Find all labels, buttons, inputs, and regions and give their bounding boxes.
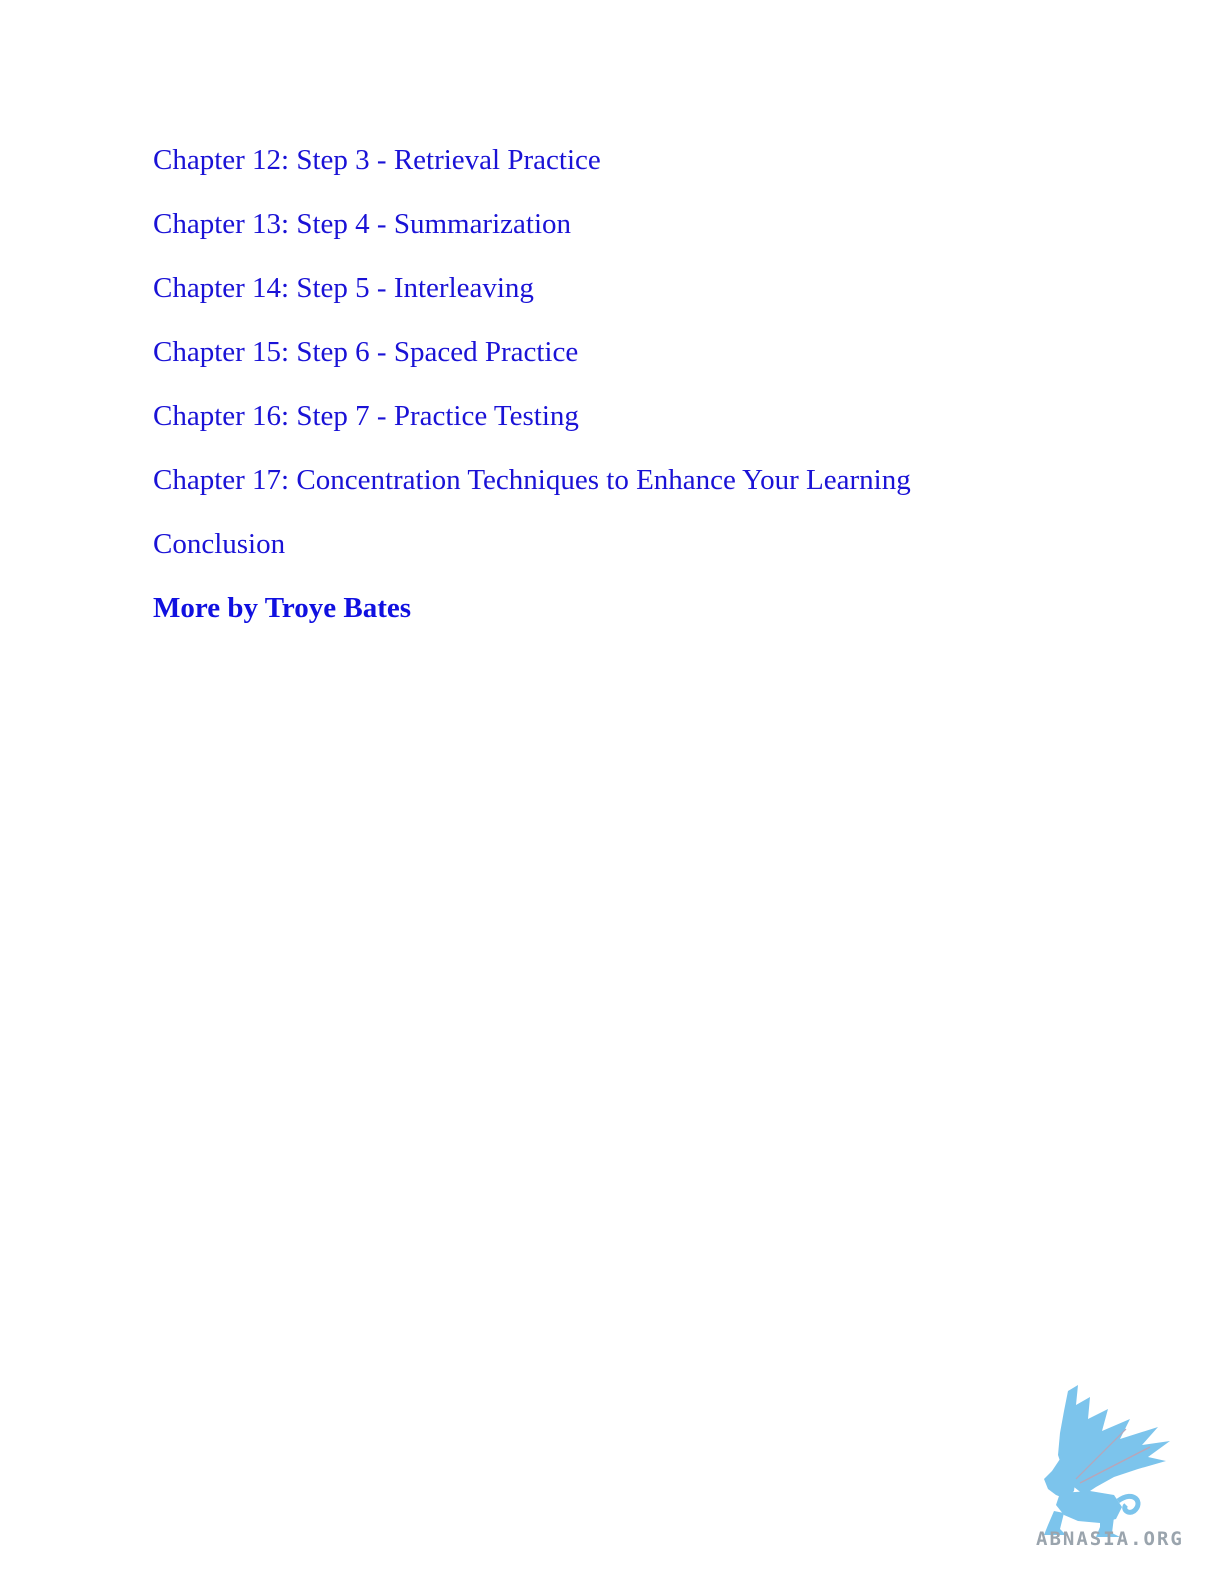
toc-link-chapter-13[interactable]: Chapter 13: Step 4 - Summarization [153,203,911,267]
toc-link-chapter-14[interactable]: Chapter 14: Step 5 - Interleaving [153,267,911,331]
toc-link-chapter-17[interactable]: Chapter 17: Concentration Techniques to … [153,459,911,523]
toc-link-chapter-12[interactable]: Chapter 12: Step 3 - Retrieval Practice [153,139,911,203]
toc-link-chapter-15[interactable]: Chapter 15: Step 6 - Spaced Practice [153,331,911,395]
table-of-contents: Chapter 12: Step 3 - Retrieval Practice … [153,139,911,651]
toc-link-conclusion[interactable]: Conclusion [153,523,911,587]
toc-link-chapter-16[interactable]: Chapter 16: Step 7 - Practice Testing [153,395,911,459]
toc-link-more-by-author[interactable]: More by Troye Bates [153,587,911,651]
document-page: Chapter 12: Step 3 - Retrieval Practice … [0,0,1224,1584]
watermark-text: ABNASIA.ORG [1036,1528,1184,1550]
